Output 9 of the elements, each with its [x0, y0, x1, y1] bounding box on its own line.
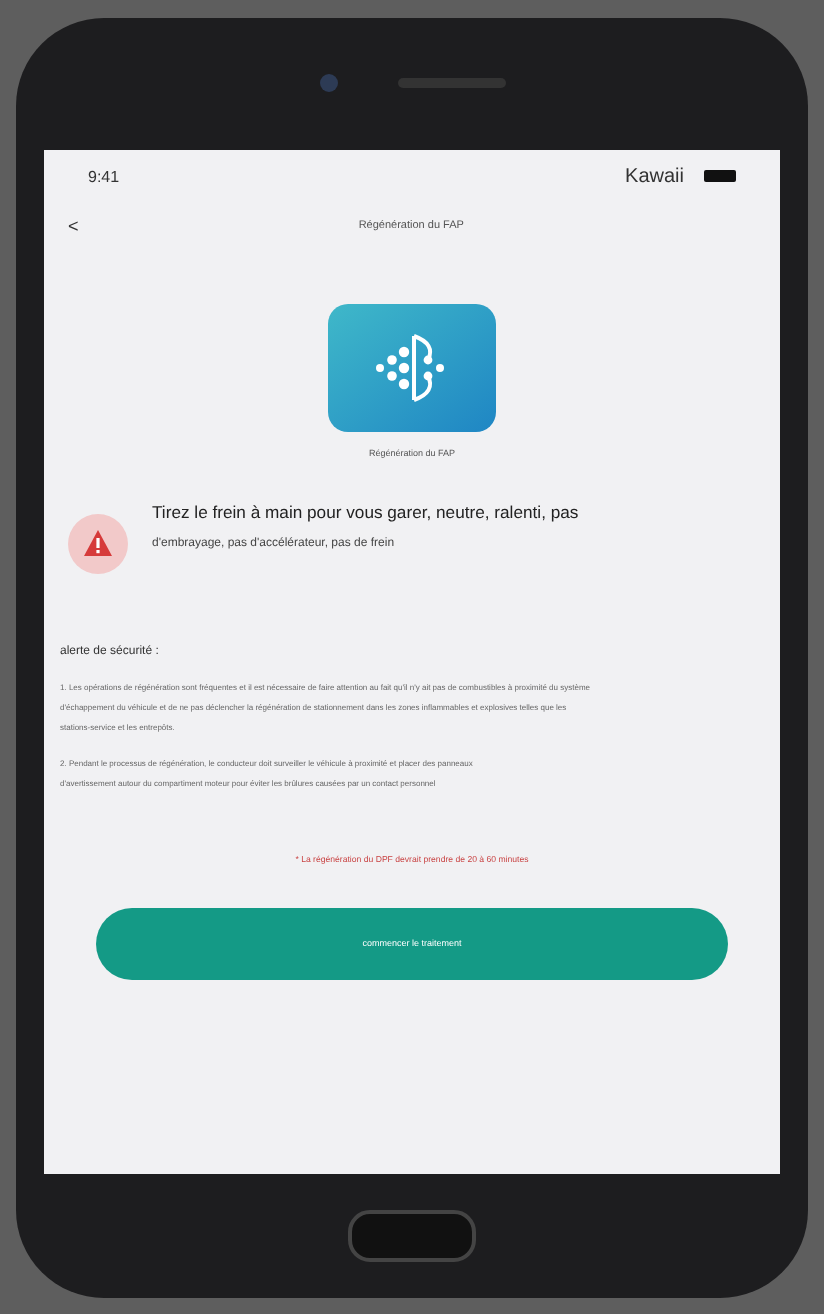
- carrier-name: Kawaii: [625, 165, 684, 187]
- back-button[interactable]: <: [60, 215, 87, 235]
- instruction-text: Tirez le frein à main pour vous garer, neutre, ralenti, pas: [152, 501, 579, 521]
- home-button[interactable]: [348, 1209, 476, 1261]
- warning-icon: [68, 513, 128, 573]
- battery-icon: [704, 170, 736, 182]
- camera-icon: [319, 74, 337, 92]
- status-time: 9:41: [88, 167, 120, 185]
- app-logo-icon: [328, 303, 496, 431]
